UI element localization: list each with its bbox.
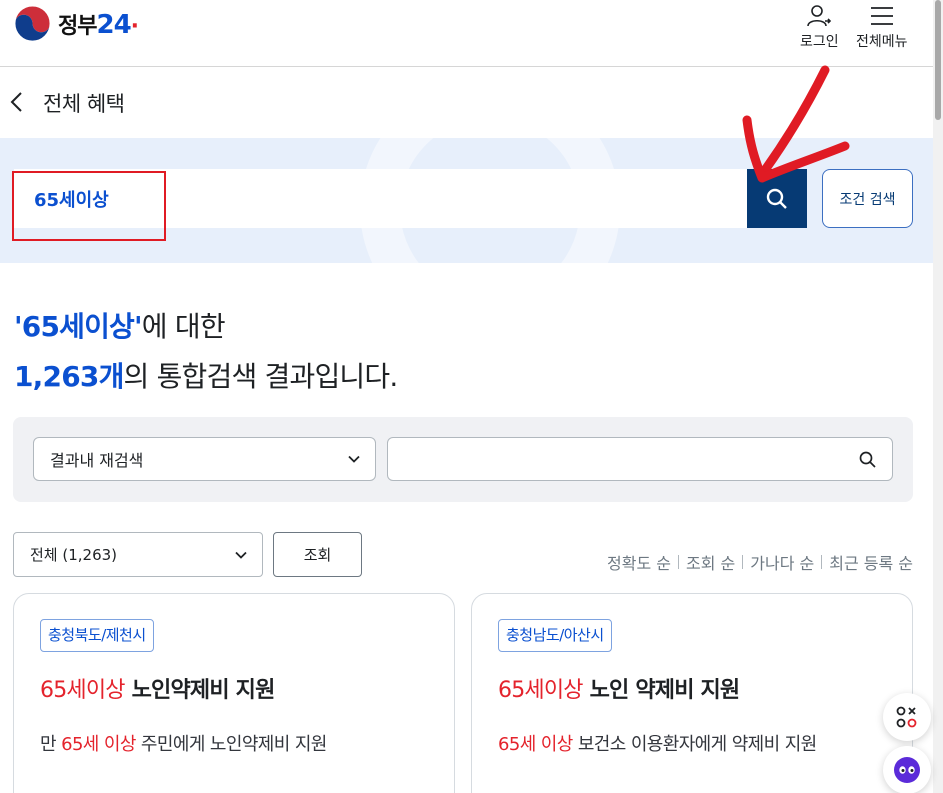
refine-search-select[interactable]: 결과내 재검색 — [33, 437, 376, 481]
card-title: 65세이상 노인 약제비 지원 — [498, 678, 740, 703]
sort-options: 정확도 순 조회 순 가나다 순 최근 등록 순 — [607, 550, 913, 574]
benefit-card[interactable]: 충청북도/제천시 65세이상 노인약제비 지원 만 65세 이상 주민에게 노인… — [13, 593, 455, 793]
query-button[interactable]: 조회 — [273, 532, 362, 577]
search-icon — [766, 188, 787, 209]
region-tag: 충청남도/아산시 — [498, 619, 612, 652]
benefit-card[interactable]: 충청남도/아산시 65세이상 노인 약제비 지원 65세 이상 보건소 이용환자… — [471, 593, 913, 793]
category-filter-select[interactable]: 전체 (1,263) — [13, 532, 263, 577]
sort-views[interactable]: 조회 순 — [686, 550, 735, 574]
search-icon[interactable] — [859, 451, 876, 468]
search-band: 조건 검색 — [0, 138, 933, 263]
card-title: 65세이상 노인약제비 지원 — [40, 678, 275, 703]
full-menu-button[interactable]: 전체메뉴 — [856, 2, 908, 51]
chevron-down-icon — [235, 551, 247, 559]
summary-count: 1,263개 — [14, 360, 124, 393]
quick-menu-button[interactable] — [883, 693, 931, 741]
back-arrow-icon[interactable] — [8, 90, 24, 114]
sort-accuracy[interactable]: 정확도 순 — [607, 550, 671, 574]
site-header: 정부24· 로그인 전체메뉴 — [0, 0, 933, 67]
refine-search-input[interactable] — [387, 437, 893, 481]
divider — [678, 555, 679, 569]
quick-menu-icon — [896, 706, 917, 728]
result-summary: '65세이상'에 대한 1,263개의 통합검색 결과입니다. — [14, 310, 398, 393]
search-input[interactable] — [14, 169, 747, 228]
chatbot-icon — [894, 757, 920, 783]
chevron-down-icon — [348, 455, 360, 463]
divider — [821, 555, 823, 569]
region-tag: 충청북도/제천시 — [40, 619, 154, 652]
category-filter-label: 전체 (1,263) — [30, 546, 118, 564]
scrollbar-thumb[interactable] — [935, 0, 941, 120]
search-button[interactable] — [747, 169, 807, 228]
sort-recent[interactable]: 최근 등록 순 — [829, 550, 913, 574]
login-button[interactable]: 로그인 — [800, 2, 839, 51]
full-menu-label: 전체메뉴 — [856, 34, 908, 50]
summary-keyword: '65세이상' — [14, 310, 143, 343]
user-icon — [807, 5, 832, 27]
login-label: 로그인 — [800, 34, 839, 50]
page-title: 전체 혜택 — [43, 92, 125, 116]
chatbot-button[interactable] — [883, 746, 931, 793]
gov24-logo[interactable]: 정부24· — [13, 4, 139, 43]
logo-text: 정부24· — [58, 9, 139, 40]
sort-alphabetical[interactable]: 가나다 순 — [750, 550, 814, 574]
card-description: 65세 이상 보건소 이용환자에게 약제비 지원 — [498, 734, 817, 755]
page-scrollbar[interactable] — [933, 0, 943, 793]
card-description: 만 65세 이상 주민에게 노인약제비 지원 — [40, 734, 327, 755]
taegeuk-logo-icon — [13, 4, 52, 43]
hamburger-menu-icon — [870, 7, 893, 25]
condition-search-button[interactable]: 조건 검색 — [822, 169, 913, 228]
refine-search-panel: 결과내 재검색 — [13, 417, 913, 502]
refine-select-label: 결과내 재검색 — [50, 451, 144, 470]
divider — [742, 555, 744, 569]
